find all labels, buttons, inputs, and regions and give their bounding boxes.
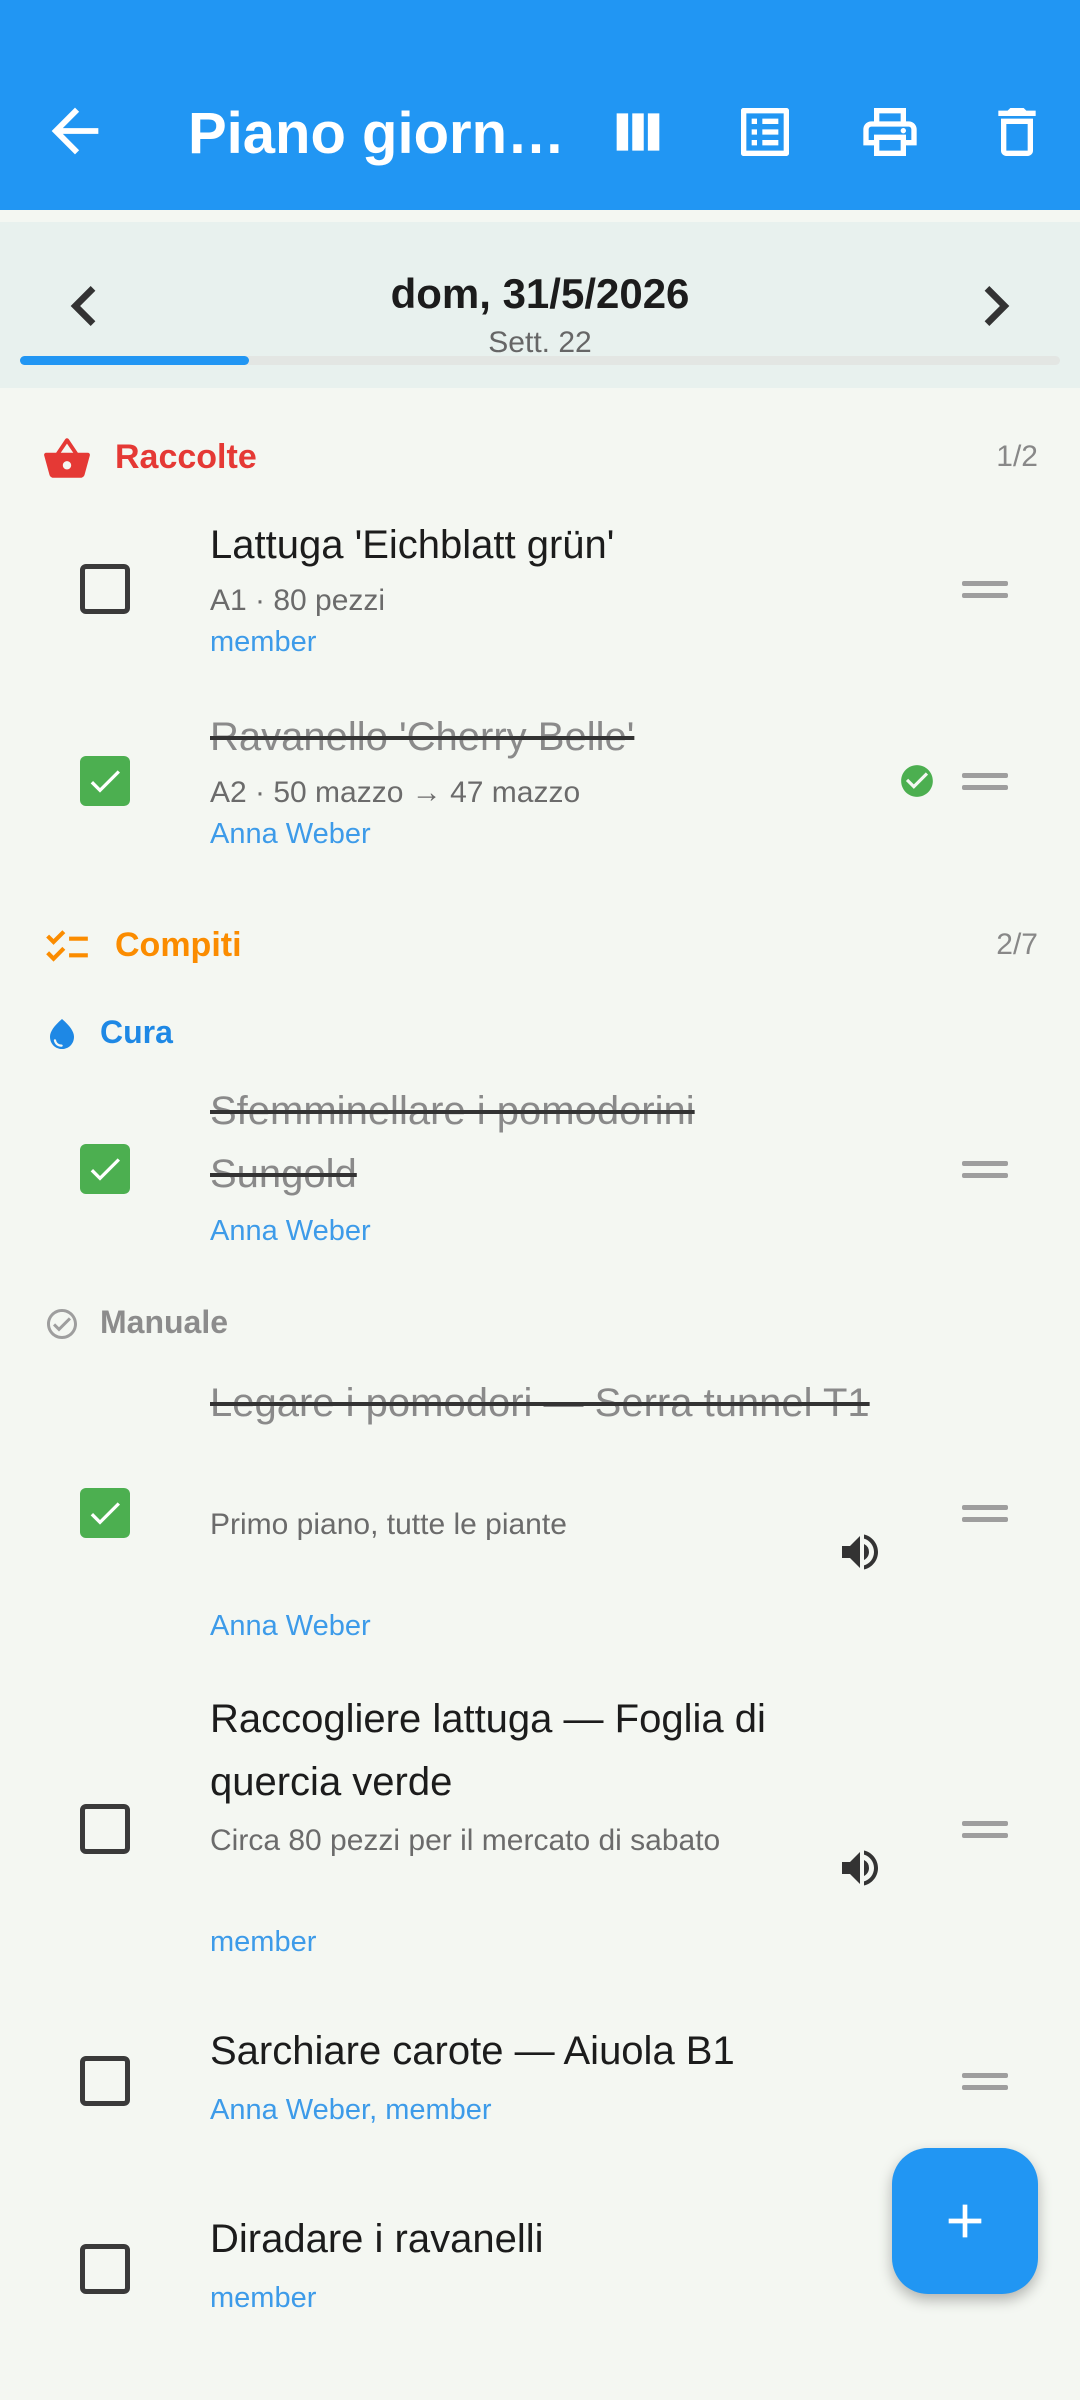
- item-note: Circa 80 pezzi per il mercato di sabato: [210, 1824, 721, 1857]
- item-assignee: member: [210, 2282, 317, 2314]
- item-note: Primo piano, tutte le piante: [210, 1508, 567, 1541]
- list-item[interactable]: Sfemminellare i pomodorini Sungold Anna …: [0, 1080, 1080, 1260]
- drag-handle-icon[interactable]: [962, 1818, 1010, 1844]
- drag-handle-icon[interactable]: [962, 2070, 1010, 2096]
- section-harvests: Raccolte 1/2: [0, 428, 1080, 488]
- drag-handle-icon[interactable]: [962, 770, 1010, 796]
- basket-icon: [44, 438, 90, 478]
- item-title: Legare i pomodori — Serra tunnel T1: [210, 1381, 870, 1425]
- columns-view-icon[interactable]: [606, 100, 670, 164]
- list-item[interactable]: Ravanello 'Cherry Belle' A2 · 50 mazzo →…: [0, 700, 1080, 870]
- item-title: Raccogliere lattuga — Foglia di quercia …: [210, 1697, 766, 1804]
- page-title: Piano giorn…: [188, 101, 565, 166]
- arrow-back-icon[interactable]: [40, 96, 110, 166]
- checklist-icon: [46, 930, 88, 962]
- speaker-icon[interactable]: [836, 1844, 884, 1892]
- item-assignee: Anna Weber: [210, 818, 371, 850]
- water-drop-icon: [50, 1019, 74, 1049]
- item-title: Sarchiare carote — Aiuola B1: [210, 2029, 735, 2073]
- check-icon: [90, 770, 120, 793]
- item-title: Diradare i ravanelli: [210, 2217, 544, 2261]
- checkbox[interactable]: [80, 564, 130, 614]
- check-icon: [90, 1158, 120, 1181]
- item-assignee: Anna Weber: [210, 1215, 371, 1247]
- week-number: Sett. 22: [488, 326, 592, 359]
- check-icon: [90, 1502, 120, 1525]
- section-label: Raccolte: [115, 438, 257, 476]
- checkbox[interactable]: [80, 756, 130, 806]
- subsection-manual: Manuale: [0, 1298, 600, 1348]
- item-title: Lattuga 'Eichblatt grün': [210, 523, 615, 567]
- add-icon: [948, 2204, 982, 2238]
- item-detail: A2 · 50 mazzo → 47 mazzo: [210, 776, 581, 809]
- drag-handle-icon[interactable]: [962, 1158, 1010, 1184]
- item-assignee: member: [210, 626, 317, 658]
- section-tasks: Compiti 2/7: [0, 916, 1080, 976]
- day-progress-bar: [20, 356, 1060, 365]
- chevron-right-icon[interactable]: [956, 266, 1036, 346]
- check-circle-icon: [901, 765, 933, 797]
- checkbox[interactable]: [80, 2244, 130, 2294]
- item-assignee: Anna Weber: [210, 1610, 371, 1642]
- item-detail: A1 · 80 pezzi: [210, 584, 386, 617]
- list-view-icon[interactable]: [733, 100, 797, 164]
- checkbox[interactable]: [80, 1144, 130, 1194]
- add-button[interactable]: [892, 2148, 1038, 2294]
- print-icon[interactable]: [858, 100, 922, 164]
- list-item[interactable]: Legare i pomodori — Serra tunnel T1 Prim…: [0, 1372, 1080, 1652]
- item-assignee: member: [210, 1926, 317, 1958]
- delete-icon[interactable]: [985, 100, 1049, 164]
- section-count: 2/7: [996, 928, 1038, 961]
- app-bar: Piano giorn…: [0, 0, 1080, 210]
- checkbox[interactable]: [80, 1488, 130, 1538]
- item-title: Sfemminellare i pomodorini Sungold: [210, 1089, 695, 1196]
- item-title: Ravanello 'Cherry Belle': [210, 715, 635, 759]
- selected-date: dom, 31/5/2026: [390, 270, 690, 317]
- speaker-icon[interactable]: [836, 1528, 884, 1576]
- drag-handle-icon[interactable]: [962, 578, 1010, 604]
- check-circle-outline-icon: [47, 1309, 77, 1339]
- section-label: Compiti: [115, 926, 242, 964]
- subsection-care: Cura: [0, 1008, 600, 1058]
- list-item[interactable]: Raccogliere lattuga — Foglia di quercia …: [0, 1688, 1080, 1968]
- subsection-label: Cura: [100, 1014, 173, 1050]
- checkbox[interactable]: [80, 1804, 130, 1854]
- list-item[interactable]: Sarchiare carote — Aiuola B1 Anna Weber,…: [0, 2020, 1080, 2140]
- item-assignee: Anna Weber, member: [210, 2094, 492, 2126]
- drag-handle-icon[interactable]: [962, 1502, 1010, 1528]
- list-item[interactable]: Lattuga 'Eichblatt grün' A1 · 80 pezzi m…: [0, 508, 1080, 678]
- subsection-label: Manuale: [100, 1304, 229, 1340]
- section-count: 1/2: [996, 440, 1038, 473]
- checkbox[interactable]: [80, 2056, 130, 2106]
- day-progress-fill: [20, 356, 249, 365]
